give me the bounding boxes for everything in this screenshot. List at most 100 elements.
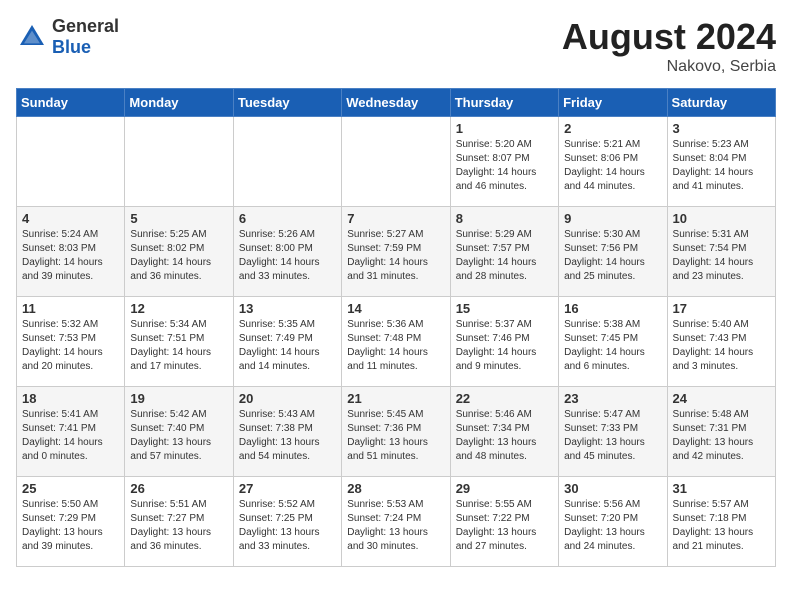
- calendar-cell: 20 Sunrise: 5:43 AM Sunset: 7:38 PM Dayli…: [233, 387, 341, 477]
- calendar-week-row: 4 Sunrise: 5:24 AM Sunset: 8:03 PM Daylig…: [17, 207, 776, 297]
- calendar-cell: 21 Sunrise: 5:45 AM Sunset: 7:36 PM Dayli…: [342, 387, 450, 477]
- calendar-week-row: 11 Sunrise: 5:32 AM Sunset: 7:53 PM Dayli…: [17, 297, 776, 387]
- day-number: 19: [130, 391, 227, 406]
- day-number: 15: [456, 301, 553, 316]
- day-info: Sunrise: 5:35 AM Sunset: 7:49 PM Dayligh…: [239, 318, 336, 374]
- calendar-cell: 24 Sunrise: 5:48 AM Sunset: 7:31 PM Dayli…: [667, 387, 775, 477]
- day-number: 12: [130, 301, 227, 316]
- day-number: 29: [456, 481, 553, 496]
- day-number: 21: [347, 391, 444, 406]
- col-header-monday: Monday: [125, 89, 233, 117]
- day-info: Sunrise: 5:52 AM Sunset: 7:25 PM Dayligh…: [239, 498, 336, 554]
- logo: General Blue: [16, 16, 119, 58]
- day-info: Sunrise: 5:47 AM Sunset: 7:33 PM Dayligh…: [564, 408, 661, 464]
- col-header-sunday: Sunday: [17, 89, 125, 117]
- calendar-cell: [233, 117, 341, 207]
- day-number: 31: [673, 481, 770, 496]
- day-number: 14: [347, 301, 444, 316]
- day-info: Sunrise: 5:45 AM Sunset: 7:36 PM Dayligh…: [347, 408, 444, 464]
- day-info: Sunrise: 5:51 AM Sunset: 7:27 PM Dayligh…: [130, 498, 227, 554]
- day-number: 22: [456, 391, 553, 406]
- col-header-friday: Friday: [559, 89, 667, 117]
- calendar-header-row: SundayMondayTuesdayWednesdayThursdayFrid…: [17, 89, 776, 117]
- day-info: Sunrise: 5:27 AM Sunset: 7:59 PM Dayligh…: [347, 228, 444, 284]
- location-label: Nakovo, Serbia: [562, 58, 776, 76]
- day-info: Sunrise: 5:29 AM Sunset: 7:57 PM Dayligh…: [456, 228, 553, 284]
- day-info: Sunrise: 5:38 AM Sunset: 7:45 PM Dayligh…: [564, 318, 661, 374]
- day-info: Sunrise: 5:57 AM Sunset: 7:18 PM Dayligh…: [673, 498, 770, 554]
- day-info: Sunrise: 5:30 AM Sunset: 7:56 PM Dayligh…: [564, 228, 661, 284]
- calendar-week-row: 25Sunrise: 5:50 AM Sunset: 7:29 PM Dayli…: [17, 477, 776, 567]
- day-info: Sunrise: 5:41 AM Sunset: 7:41 PM Dayligh…: [22, 408, 119, 464]
- day-number: 6: [239, 211, 336, 226]
- calendar-cell: 6 Sunrise: 5:26 AM Sunset: 8:00 PM Daylig…: [233, 207, 341, 297]
- day-number: 11: [22, 301, 119, 316]
- day-info: Sunrise: 5:36 AM Sunset: 7:48 PM Dayligh…: [347, 318, 444, 374]
- day-info: Sunrise: 5:26 AM Sunset: 8:00 PM Dayligh…: [239, 228, 336, 284]
- logo-blue-text: Blue: [52, 37, 91, 57]
- day-info: Sunrise: 5:32 AM Sunset: 7:53 PM Dayligh…: [22, 318, 119, 374]
- day-number: 3: [673, 121, 770, 136]
- day-info: Sunrise: 5:40 AM Sunset: 7:43 PM Dayligh…: [673, 318, 770, 374]
- calendar-cell: 16Sunrise: 5:38 AM Sunset: 7:45 PM Dayli…: [559, 297, 667, 387]
- calendar-cell: 10 Sunrise: 5:31 AM Sunset: 7:54 PM Dayli…: [667, 207, 775, 297]
- day-info: Sunrise: 5:23 AM Sunset: 8:04 PM Dayligh…: [673, 138, 770, 194]
- calendar-cell: 1 Sunrise: 5:20 AM Sunset: 8:07 PM Daylig…: [450, 117, 558, 207]
- month-year-label: August 2024: [562, 16, 776, 58]
- title-block: August 2024 Nakovo, Serbia: [562, 16, 776, 76]
- calendar-cell: 5Sunrise: 5:25 AM Sunset: 8:02 PM Daylig…: [125, 207, 233, 297]
- day-info: Sunrise: 5:55 AM Sunset: 7:22 PM Dayligh…: [456, 498, 553, 554]
- day-number: 23: [564, 391, 661, 406]
- calendar-week-row: 18Sunrise: 5:41 AM Sunset: 7:41 PM Dayli…: [17, 387, 776, 477]
- day-number: 10: [673, 211, 770, 226]
- day-info: Sunrise: 5:42 AM Sunset: 7:40 PM Dayligh…: [130, 408, 227, 464]
- calendar-cell: [17, 117, 125, 207]
- day-number: 27: [239, 481, 336, 496]
- col-header-thursday: Thursday: [450, 89, 558, 117]
- day-info: Sunrise: 5:20 AM Sunset: 8:07 PM Dayligh…: [456, 138, 553, 194]
- day-number: 2: [564, 121, 661, 136]
- calendar-table: SundayMondayTuesdayWednesdayThursdayFrid…: [16, 88, 776, 567]
- day-info: Sunrise: 5:46 AM Sunset: 7:34 PM Dayligh…: [456, 408, 553, 464]
- day-info: Sunrise: 5:21 AM Sunset: 8:06 PM Dayligh…: [564, 138, 661, 194]
- day-number: 26: [130, 481, 227, 496]
- calendar-cell: 26 Sunrise: 5:51 AM Sunset: 7:27 PM Dayli…: [125, 477, 233, 567]
- day-number: 8: [456, 211, 553, 226]
- day-number: 20: [239, 391, 336, 406]
- day-info: Sunrise: 5:25 AM Sunset: 8:02 PM Dayligh…: [130, 228, 227, 284]
- day-number: 1: [456, 121, 553, 136]
- calendar-cell: 30 Sunrise: 5:56 AM Sunset: 7:20 PM Dayli…: [559, 477, 667, 567]
- col-header-saturday: Saturday: [667, 89, 775, 117]
- calendar-week-row: 1 Sunrise: 5:20 AM Sunset: 8:07 PM Daylig…: [17, 117, 776, 207]
- day-number: 24: [673, 391, 770, 406]
- calendar-cell: 2 Sunrise: 5:21 AM Sunset: 8:06 PM Daylig…: [559, 117, 667, 207]
- calendar-cell: [342, 117, 450, 207]
- col-header-wednesday: Wednesday: [342, 89, 450, 117]
- day-number: 9: [564, 211, 661, 226]
- calendar-cell: 27 Sunrise: 5:52 AM Sunset: 7:25 PM Dayli…: [233, 477, 341, 567]
- day-number: 17: [673, 301, 770, 316]
- day-info: Sunrise: 5:34 AM Sunset: 7:51 PM Dayligh…: [130, 318, 227, 374]
- day-info: Sunrise: 5:43 AM Sunset: 7:38 PM Dayligh…: [239, 408, 336, 464]
- calendar-cell: 14 Sunrise: 5:36 AM Sunset: 7:48 PM Dayli…: [342, 297, 450, 387]
- day-number: 30: [564, 481, 661, 496]
- day-info: Sunrise: 5:48 AM Sunset: 7:31 PM Dayligh…: [673, 408, 770, 464]
- calendar-cell: 7 Sunrise: 5:27 AM Sunset: 7:59 PM Daylig…: [342, 207, 450, 297]
- calendar-cell: 13Sunrise: 5:35 AM Sunset: 7:49 PM Dayli…: [233, 297, 341, 387]
- day-number: 7: [347, 211, 444, 226]
- calendar-cell: 22 Sunrise: 5:46 AM Sunset: 7:34 PM Dayli…: [450, 387, 558, 477]
- day-info: Sunrise: 5:31 AM Sunset: 7:54 PM Dayligh…: [673, 228, 770, 284]
- calendar-cell: 12 Sunrise: 5:34 AM Sunset: 7:51 PM Dayli…: [125, 297, 233, 387]
- calendar-cell: 17 Sunrise: 5:40 AM Sunset: 7:43 PM Dayli…: [667, 297, 775, 387]
- calendar-cell: 25Sunrise: 5:50 AM Sunset: 7:29 PM Dayli…: [17, 477, 125, 567]
- calendar-cell: 9 Sunrise: 5:30 AM Sunset: 7:56 PM Daylig…: [559, 207, 667, 297]
- day-info: Sunrise: 5:56 AM Sunset: 7:20 PM Dayligh…: [564, 498, 661, 554]
- col-header-tuesday: Tuesday: [233, 89, 341, 117]
- calendar-cell: 31 Sunrise: 5:57 AM Sunset: 7:18 PM Dayli…: [667, 477, 775, 567]
- day-info: Sunrise: 5:24 AM Sunset: 8:03 PM Dayligh…: [22, 228, 119, 284]
- day-number: 4: [22, 211, 119, 226]
- calendar-cell: 11 Sunrise: 5:32 AM Sunset: 7:53 PM Dayli…: [17, 297, 125, 387]
- day-number: 28: [347, 481, 444, 496]
- calendar-cell: 15Sunrise: 5:37 AM Sunset: 7:46 PM Dayli…: [450, 297, 558, 387]
- calendar-cell: 4 Sunrise: 5:24 AM Sunset: 8:03 PM Daylig…: [17, 207, 125, 297]
